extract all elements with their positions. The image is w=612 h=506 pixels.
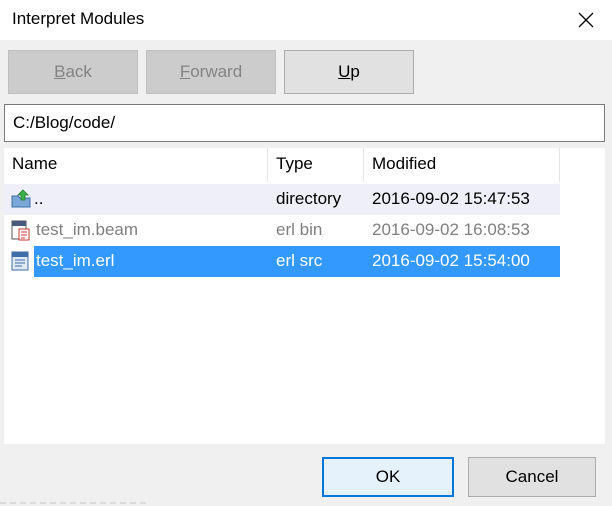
column-header-name[interactable]: Name — [4, 148, 268, 182]
up-button[interactable]: Up — [284, 50, 414, 94]
close-icon — [578, 12, 594, 28]
back-accel: B — [54, 62, 66, 81]
column-header-modified[interactable]: Modified — [364, 148, 560, 182]
up-label: p — [350, 62, 360, 81]
row-name: test_im.beam — [36, 220, 139, 239]
row-modified: 2016-09-02 15:47:53 — [372, 189, 530, 208]
footer-divider — [0, 502, 150, 504]
row-modified: 2016-09-02 15:54:00 — [372, 251, 530, 270]
folder-up-icon — [11, 189, 31, 208]
list-item-beam[interactable]: test_im.beam erl bin 2016-09-02 16:08:53 — [4, 215, 560, 246]
row-type: directory — [276, 189, 342, 208]
row-modified: 2016-09-02 16:08:53 — [372, 220, 530, 239]
title-bar: Interpret Modules — [0, 0, 612, 40]
list-item-erl[interactable]: test_im.erl erl src 2016-09-02 15:54:00 — [4, 246, 560, 277]
row-type: erl src — [276, 251, 323, 270]
path-field[interactable]: C:/Blog/code/ — [4, 104, 605, 142]
column-header-type[interactable]: Type — [268, 148, 364, 182]
beam-file-icon — [11, 220, 30, 241]
forward-accel: F — [179, 62, 191, 81]
window-title: Interpret Modules — [12, 9, 145, 28]
row-type: erl bin — [276, 220, 323, 239]
file-list[interactable]: Name Type Modified .. directory 2016-09-… — [4, 148, 605, 444]
row-name: .. — [34, 189, 44, 208]
cancel-button[interactable]: Cancel — [468, 457, 596, 497]
up-accel: U — [338, 62, 351, 81]
list-item-parent-dir[interactable]: .. directory 2016-09-02 15:47:53 — [4, 184, 560, 215]
back-label: ack — [65, 62, 92, 81]
close-button[interactable] — [572, 6, 600, 34]
forward-button[interactable]: Forward — [146, 50, 276, 94]
erl-file-icon — [11, 251, 29, 271]
forward-label: orward — [190, 62, 243, 81]
row-name: test_im.erl — [36, 251, 115, 270]
back-button[interactable]: Back — [8, 50, 138, 94]
ok-button[interactable]: OK — [322, 457, 454, 497]
